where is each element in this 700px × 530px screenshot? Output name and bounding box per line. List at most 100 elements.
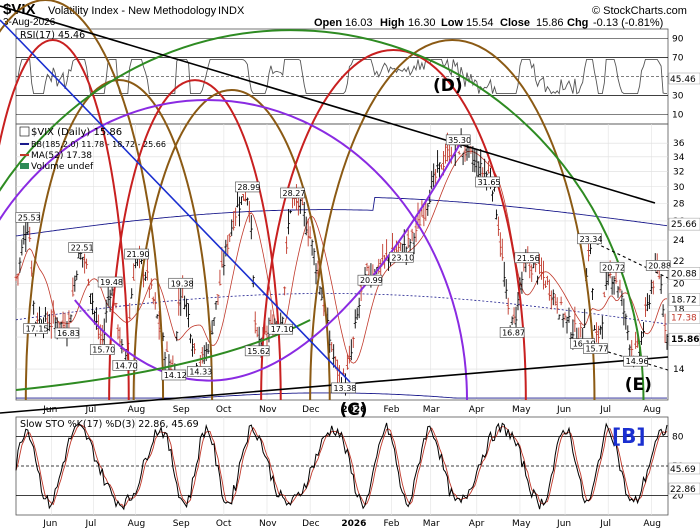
price-callout: 16.87 [499, 327, 525, 338]
x-axis-label: Jun [556, 405, 571, 415]
price-tick-label: 28 [673, 199, 685, 209]
sto-x-axis-label: Apr [469, 519, 485, 529]
price-callout: 21.56 [514, 252, 540, 264]
svg-text:28.27: 28.27 [282, 189, 305, 198]
price-tick-label: 32 [673, 167, 684, 177]
x-axis-label: Jul [599, 405, 611, 415]
price-callout: 35.30 [445, 134, 471, 146]
x-axis-label: Feb [384, 405, 400, 415]
high-label: High [380, 17, 405, 29]
chg-value: -0.13 (-0.81%) [593, 17, 663, 29]
chart-exchange: INDX [218, 5, 245, 17]
svg-text:14.33: 14.33 [189, 367, 212, 376]
svg-text:35.30: 35.30 [448, 136, 471, 145]
svg-text:15.70: 15.70 [92, 346, 115, 355]
price-tick-label: 30 [673, 183, 685, 193]
svg-text:20.72: 20.72 [602, 263, 625, 272]
price-tick-label: 20 [673, 280, 685, 290]
svg-text:21.90: 21.90 [127, 250, 150, 259]
sto-x-axis-label: Jun [556, 519, 571, 529]
price-callout: 23.10 [389, 251, 414, 263]
open-label: Open [314, 17, 342, 29]
right-value-label: 20.88 [668, 267, 700, 280]
sto-x-axis-label: Nov [259, 519, 277, 529]
ohlc-readout: Open 16.03 High 16.30 Low 15.54 Close 15… [314, 17, 663, 29]
price-tick-label: 24 [673, 236, 685, 246]
wave-label: (E) [625, 375, 652, 395]
wave-label-d: (D) [433, 76, 463, 96]
svg-text:15.86: 15.86 [671, 335, 699, 345]
price-tick-label: 22 [673, 257, 684, 267]
price-callout: 14.70 [112, 360, 138, 371]
x-axis-label: Aug [128, 405, 146, 415]
price-callout: 14.96 [623, 355, 649, 367]
price-callout: 23.34 [577, 233, 602, 245]
low-label: Low [441, 17, 463, 29]
sto-x-axis-label: Jul [599, 519, 611, 529]
sto-k-value: 22.86 [670, 485, 696, 495]
x-axis-label: Mar [423, 405, 440, 415]
svg-text:17.15: 17.15 [26, 324, 49, 333]
svg-text:20.88: 20.88 [671, 269, 697, 279]
sto-x-axis-label: May [512, 519, 531, 529]
legend-bb: BB(185,2.0) 11.78 - 18.72 - 25.66 [31, 140, 166, 149]
open-value: 16.03 [345, 17, 373, 29]
price-callout: 21.90 [124, 248, 150, 260]
sto-tick-label: 80 [672, 433, 684, 443]
x-axis-label: Oct [216, 405, 232, 415]
svg-text:16.83: 16.83 [57, 329, 80, 338]
chg-label: Chg [567, 17, 588, 29]
price-callout: 20.99 [357, 274, 383, 286]
x-axis-label: May [512, 405, 531, 415]
svg-text:13.38: 13.38 [333, 384, 356, 393]
svg-text:20.99: 20.99 [360, 276, 383, 285]
sto-x-axis-label: Oct [216, 519, 232, 529]
vix-chart: $VIX Volatility Index - New Methodology … [0, 0, 700, 530]
svg-text:18.72: 18.72 [671, 296, 697, 306]
svg-text:20.88: 20.88 [648, 261, 671, 270]
sto-d-value: 45.69 [670, 465, 696, 475]
x-axis-label: Jul [84, 405, 96, 415]
right-value-label: 15.86 [668, 332, 700, 346]
price-callout: 14.33 [187, 366, 212, 377]
price-callout: 15.62 [244, 345, 270, 357]
rsi-tick-label: 10 [672, 111, 684, 121]
sto-x-axis-label: Jul [84, 519, 96, 529]
legend-volume: Volume undef [31, 162, 94, 172]
high-value: 16.30 [408, 17, 436, 29]
right-value-label: 25.66 [668, 217, 700, 231]
rsi-last-value: 45.46 [670, 75, 696, 85]
price-callout: 19.38 [168, 277, 194, 289]
sto-x-labels: Jun Jul Aug Sep Oct Nov Dec 2026 Feb Mar Apr May Jun… [42, 519, 661, 529]
legend-swatch-volume [20, 163, 29, 169]
svg-text:28.99: 28.99 [237, 183, 260, 192]
price-callout: 20.88 [645, 260, 671, 271]
svg-text:14.70: 14.70 [115, 361, 138, 370]
chart-source: © StockCharts.com [592, 5, 687, 17]
legend-swatch-ma [20, 154, 29, 156]
legend-ma: MA(52) 17.38 [31, 151, 92, 161]
price-callout: 19.48 [97, 276, 123, 288]
price-tick-label: 34 [673, 153, 685, 163]
x-axis-label: Nov [259, 405, 277, 415]
x-axis-label: Dec [302, 405, 319, 415]
sto-x-axis-label: Aug [643, 519, 661, 529]
price-callout: 14.12 [161, 369, 187, 381]
x-axis-label: Jun [42, 405, 57, 415]
svg-text:15.77: 15.77 [585, 345, 608, 354]
svg-text:25.53: 25.53 [18, 213, 41, 222]
rsi-tick-label: 30 [672, 92, 684, 102]
sto-x-axis-label: Feb [384, 519, 400, 529]
svg-text:19.48: 19.48 [100, 278, 123, 287]
svg-text:15.62: 15.62 [247, 347, 270, 356]
sto-x-axis-label: Jun [42, 519, 57, 529]
sto-marker: [B] [612, 424, 646, 448]
price-callout: 17.10 [268, 323, 294, 335]
svg-text:19.38: 19.38 [171, 279, 194, 288]
price-callout: 28.27 [280, 187, 305, 199]
legend-swatch-bb [20, 143, 29, 145]
close-value: 15.86 [536, 17, 564, 29]
svg-text:25.66: 25.66 [671, 220, 697, 230]
svg-text:17.38: 17.38 [671, 313, 697, 323]
svg-text:31.65: 31.65 [478, 178, 501, 187]
